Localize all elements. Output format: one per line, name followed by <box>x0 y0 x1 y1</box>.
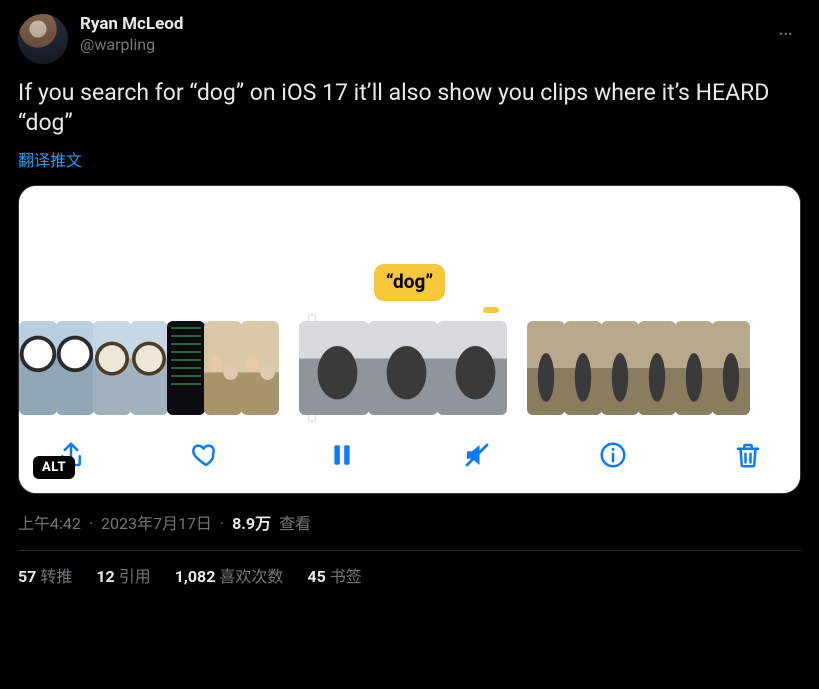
stat-label: 喜欢次数 <box>219 567 283 586</box>
clip-group[interactable] <box>19 321 279 415</box>
translate-link[interactable]: 翻译推文 <box>18 147 801 171</box>
stat-count: 1,082 <box>175 567 216 586</box>
ellipsis-icon: … <box>778 16 795 41</box>
tweet-date[interactable]: 2023年7月17日 <box>101 514 212 533</box>
tweet-header: Ryan McLeod @warpling … <box>18 14 801 64</box>
media-toolbar <box>19 421 800 493</box>
tweet-text: If you search for “dog” on iOS 17 it’ll … <box>18 78 801 139</box>
video-timeline[interactable] <box>19 301 800 421</box>
timeline-marker-icon <box>483 307 499 313</box>
tweet-meta: 上午4:42 · 2023年7月17日 · 8.9万 查看 <box>18 510 801 534</box>
stat-bookmarks[interactable]: 45 书签 <box>307 563 361 587</box>
author-block[interactable]: Ryan McLeod @warpling <box>80 14 760 55</box>
mute-icon <box>462 440 492 470</box>
stat-count: 12 <box>96 567 114 586</box>
meta-separator: · <box>89 514 93 533</box>
alt-badge[interactable]: ALT <box>33 456 75 479</box>
views-label: 查看 <box>279 514 311 533</box>
clip-thumb[interactable] <box>712 321 750 415</box>
trash-icon <box>733 440 763 470</box>
clip-thumb[interactable] <box>564 321 602 415</box>
search-token-wrap: “dog” <box>19 264 800 301</box>
stat-quotes[interactable]: 12 引用 <box>96 563 150 587</box>
tweet-time[interactable]: 上午4:42 <box>18 514 81 533</box>
clip-thumb[interactable] <box>93 321 131 415</box>
clip-thumb[interactable] <box>241 321 279 415</box>
more-button[interactable]: … <box>772 14 801 43</box>
clip-thumb[interactable] <box>130 321 168 415</box>
clip-group[interactable] <box>299 321 507 415</box>
tweet-stats: 57转推 12 引用 1,082喜欢次数 45 书签 <box>18 563 801 587</box>
heart-icon <box>191 440 221 470</box>
clip-thumb[interactable] <box>368 321 438 415</box>
mute-button[interactable] <box>457 435 497 475</box>
clip-thumb[interactable] <box>638 321 676 415</box>
clip-thumb[interactable] <box>19 321 57 415</box>
clip-thumb[interactable] <box>299 321 369 415</box>
views-count[interactable]: 8.9万 <box>232 514 271 533</box>
stat-count: 57 <box>18 567 36 586</box>
media-whitespace <box>19 186 800 264</box>
clip-thumb[interactable] <box>601 321 639 415</box>
media-card[interactable]: “dog” <box>18 185 801 494</box>
pause-button[interactable] <box>322 435 362 475</box>
stat-retweets[interactable]: 57转推 <box>18 563 72 587</box>
author-display-name: Ryan McLeod <box>80 14 760 35</box>
stat-label: 引用 <box>119 567 151 586</box>
like-button[interactable] <box>186 435 226 475</box>
delete-button[interactable] <box>728 435 768 475</box>
stat-likes[interactable]: 1,082喜欢次数 <box>175 563 284 587</box>
author-handle: @warpling <box>80 35 760 55</box>
stat-label: 转推 <box>40 567 72 586</box>
clip-thumb[interactable] <box>56 321 94 415</box>
clip-thumb[interactable] <box>204 321 242 415</box>
clip-thumb[interactable] <box>527 321 565 415</box>
clip-thumb[interactable] <box>675 321 713 415</box>
stat-label: 书签 <box>330 567 362 586</box>
avatar[interactable] <box>18 14 68 64</box>
clip-group[interactable] <box>527 321 750 415</box>
clip-thumb[interactable] <box>437 321 507 415</box>
clip-thumb[interactable] <box>167 321 205 415</box>
info-button[interactable] <box>593 435 633 475</box>
search-token-pill: “dog” <box>374 264 445 301</box>
divider <box>18 550 801 551</box>
pause-icon <box>329 441 355 469</box>
meta-separator: · <box>220 514 224 533</box>
info-icon <box>598 440 628 470</box>
stat-count: 45 <box>307 567 325 586</box>
tweet-container: Ryan McLeod @warpling … If you search fo… <box>0 0 819 599</box>
